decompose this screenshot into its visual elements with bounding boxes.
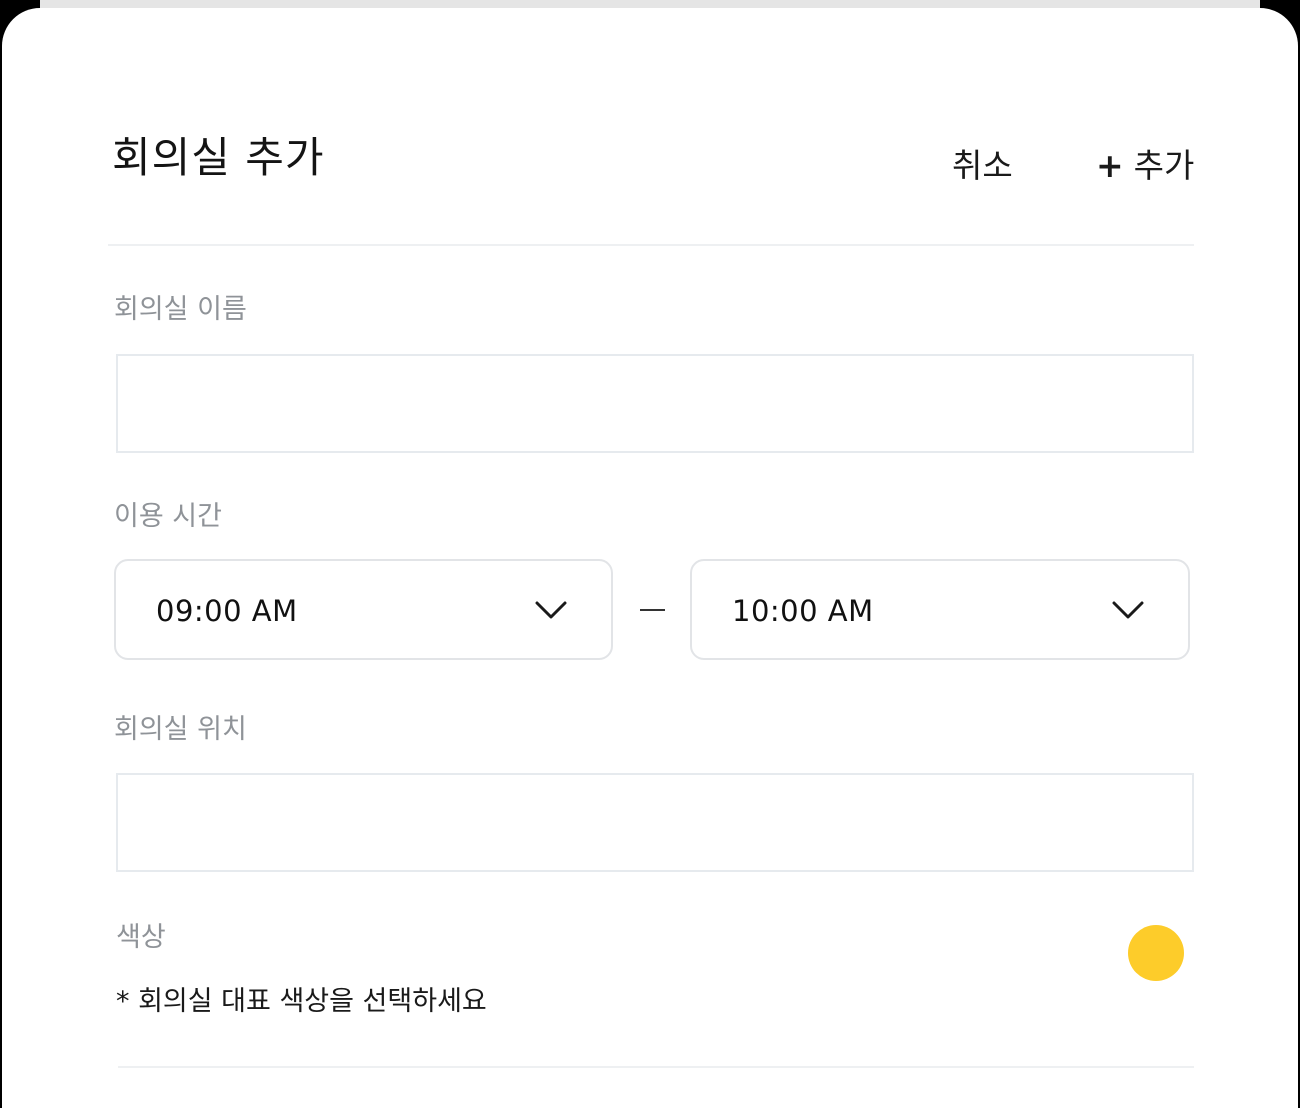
- room-name-label: 회의실 이름: [114, 294, 247, 325]
- add-button-label: 추가: [1133, 146, 1195, 185]
- end-time-value: 10:00 AM: [732, 594, 874, 628]
- header-divider: [108, 244, 1194, 246]
- start-time-value: 09:00 AM: [156, 594, 298, 628]
- color-label: 색상: [116, 922, 166, 953]
- add-button[interactable]: + 추가: [1096, 144, 1194, 188]
- room-location-label: 회의실 위치: [114, 714, 247, 745]
- cancel-button[interactable]: 취소: [952, 144, 1013, 188]
- usage-time-label: 이용 시간: [114, 501, 222, 532]
- start-time-select[interactable]: 09:00 AM: [114, 559, 613, 660]
- cancel-button-label: 취소: [952, 146, 1013, 185]
- chevron-down-icon: [1112, 601, 1144, 619]
- page-title: 회의실 추가: [112, 133, 325, 182]
- color-swatch[interactable]: [1128, 925, 1184, 981]
- end-time-select[interactable]: 10:00 AM: [690, 559, 1190, 660]
- room-location-input[interactable]: [116, 773, 1194, 872]
- room-name-input[interactable]: [116, 354, 1194, 453]
- plus-icon: +: [1096, 146, 1124, 185]
- color-hint: * 회의실 대표 색상을 선택하세요: [116, 986, 487, 1017]
- chevron-down-icon: [535, 601, 567, 619]
- bottom-divider: [118, 1066, 1194, 1068]
- dash-icon: [640, 609, 665, 611]
